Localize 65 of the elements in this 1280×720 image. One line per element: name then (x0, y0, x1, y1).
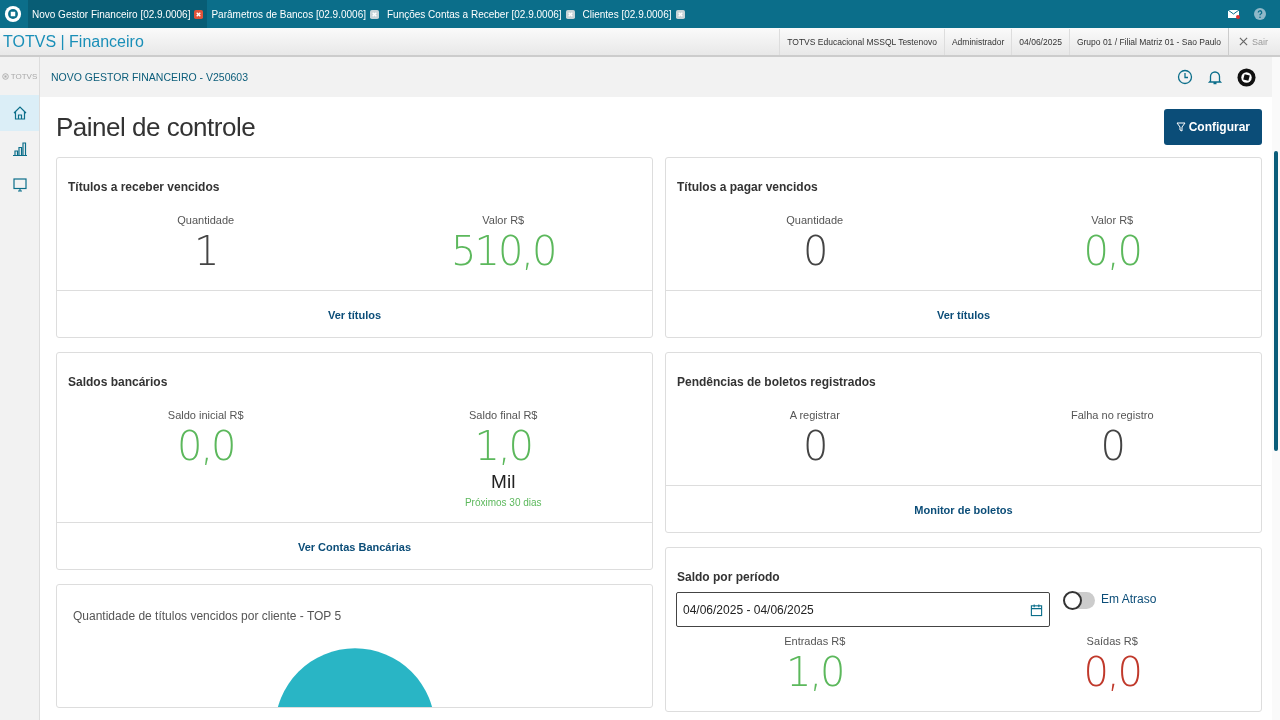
metric-label: Valor R$ (1091, 214, 1134, 226)
toggle-switch[interactable] (1064, 592, 1095, 609)
help-icon[interactable] (1254, 8, 1266, 20)
card-title: Títulos a pagar vencidos (676, 179, 819, 194)
status-info: Administrador (943, 28, 1012, 55)
metric-label: Saídas R$ (1086, 635, 1138, 647)
metric-value: 1,0 (474, 422, 533, 471)
metric-label: Saldo inicial R$ (167, 409, 244, 421)
app-title: TOTVS | Financeiro (2, 32, 144, 51)
monitor-icon (11, 177, 28, 193)
tab[interactable]: Funções Contas a Receber [02.9.0006] (383, 0, 579, 28)
metric-label: Entradas R$ (784, 635, 846, 647)
tab[interactable]: Clientes [02.9.0006] (578, 0, 689, 28)
status-info: TOTVS Educacional MSSQL Testenovo (779, 28, 944, 55)
toggle-label: Em Atraso (1101, 592, 1157, 606)
module-title: NOVO GESTOR FINANCEIRO - V250603 (51, 71, 249, 83)
close-icon[interactable] (370, 9, 379, 19)
card-title: Pendências de boletos registrados (676, 374, 877, 389)
configure-button[interactable]: Configurar (1163, 109, 1262, 145)
bar-chart-icon (11, 141, 28, 157)
metric-label: A registrar (789, 409, 840, 421)
calendar-icon (1030, 602, 1043, 617)
metric-value: 0 (1100, 422, 1124, 471)
metric-label: Saldo final R$ (469, 409, 538, 421)
metric-value: 1,0 (785, 648, 844, 697)
logo-icon[interactable] (1237, 67, 1256, 87)
status-info: Grupo 01 / Filial Matriz 01 - Sao Paulo (1068, 28, 1228, 55)
card-title: Saldos bancários (67, 374, 169, 389)
close-icon (1239, 37, 1248, 46)
metric-label: Falha no registro (1070, 409, 1154, 421)
metric-unit: Mil (491, 471, 516, 493)
metric-label: Quantidade (786, 214, 844, 226)
nav-item[interactable] (0, 95, 39, 131)
metric-note: Próximos 30 dias (464, 497, 542, 508)
clock-icon[interactable] (1177, 69, 1193, 85)
card-link[interactable]: Ver títulos (327, 309, 382, 321)
metric-value: 0,0 (176, 422, 235, 471)
close-icon[interactable] (565, 9, 575, 19)
metric-value: 0,0 (1083, 227, 1142, 276)
card-title: Saldo por período (676, 569, 781, 584)
filter-icon (1175, 122, 1186, 132)
metric-label: Valor R$ (482, 214, 525, 226)
status-info: 04/06/2025 (1011, 28, 1069, 55)
card-link[interactable]: Ver Contas Bancárias (297, 541, 412, 553)
home-icon (11, 105, 28, 121)
card-title: Títulos a receber vencidos (67, 179, 221, 194)
card-link[interactable]: Ver títulos (936, 309, 991, 321)
date-range-field[interactable]: 04/06/2025 - 04/06/2025 (676, 592, 1050, 627)
logo-icon (4, 5, 22, 23)
metric-value: 0 (803, 422, 827, 471)
metric-value: 0 (803, 227, 827, 276)
metric-label: Quantidade (177, 214, 235, 226)
brand-logo: TOTVS (0, 57, 39, 95)
tab[interactable]: Novo Gestor Financeiro [02.9.0006] (28, 0, 208, 28)
mail-icon[interactable] (1228, 8, 1240, 20)
metric-value: 1 (194, 227, 218, 276)
close-icon[interactable] (675, 9, 685, 19)
card-title: Quantidade de títulos vencidos por cliente - TOP 5 (72, 608, 343, 623)
page-title: Painel de controle (56, 111, 256, 143)
metric-value: 510,0 (451, 227, 556, 276)
metric-value: 0,0 (1083, 648, 1142, 697)
bell-icon[interactable] (1207, 69, 1223, 85)
close-icon[interactable] (194, 9, 204, 19)
tab[interactable]: Parâmetros de Bancos [02.9.0006] (207, 0, 383, 28)
card-link[interactable]: Monitor de boletos (914, 504, 1013, 516)
